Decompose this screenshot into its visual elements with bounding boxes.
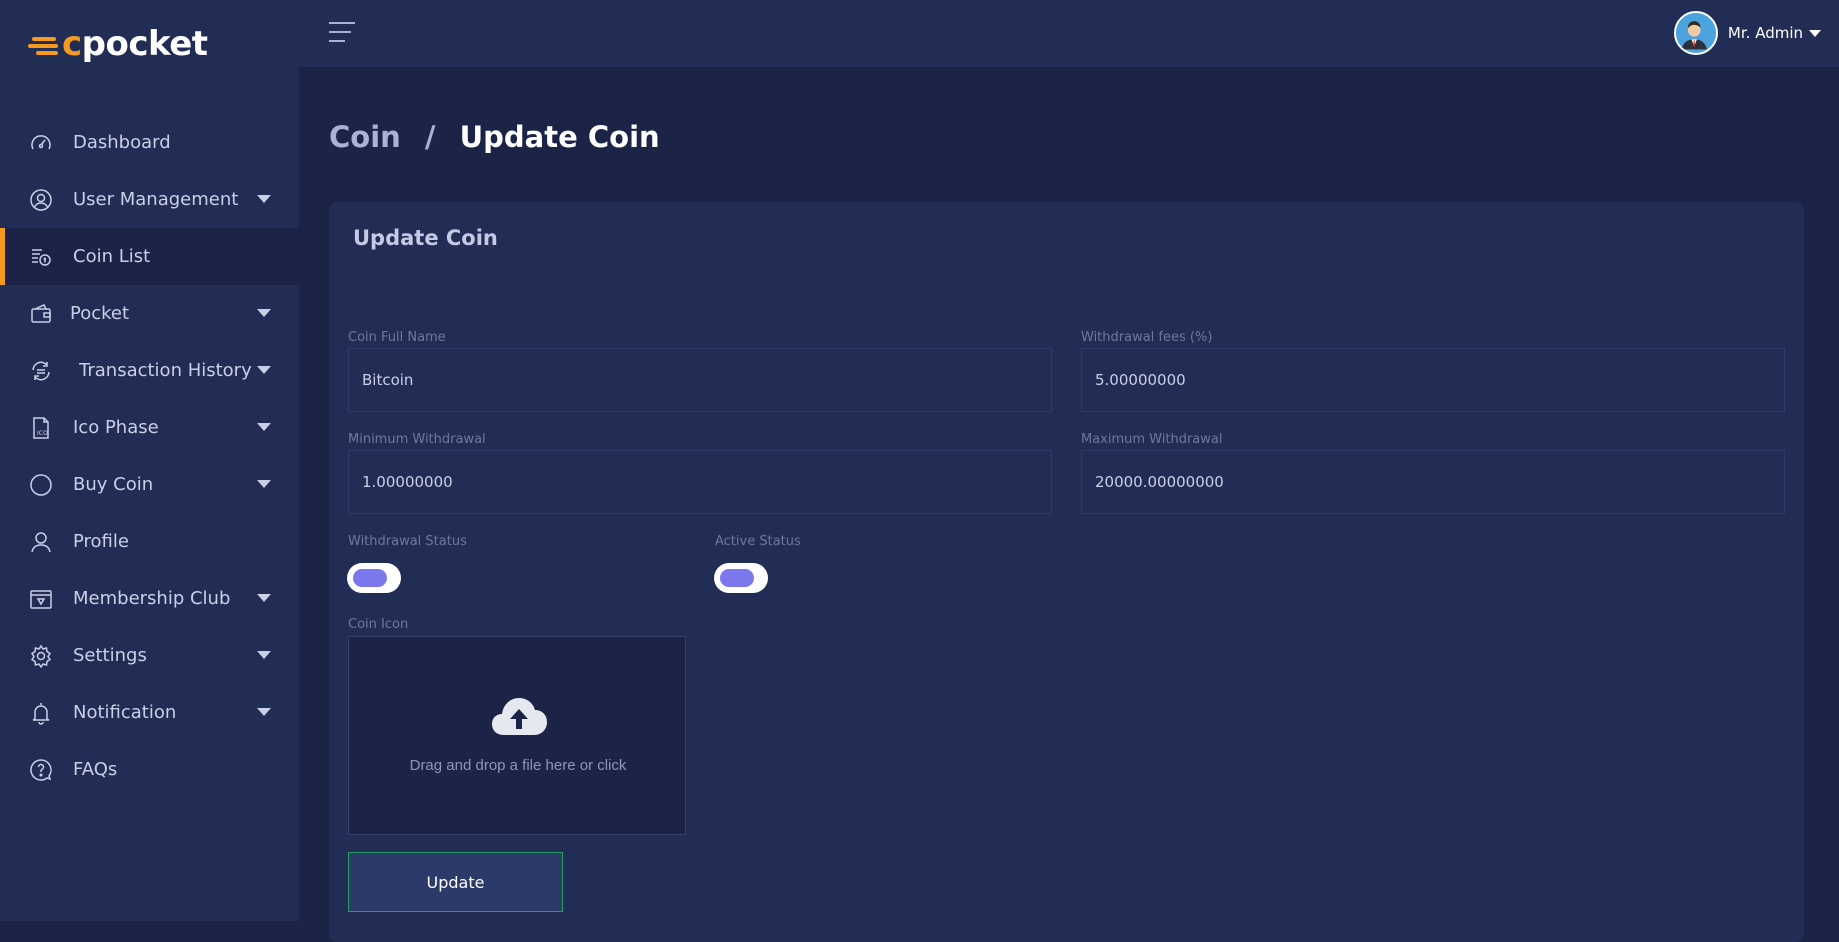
membership-card-icon: [28, 586, 54, 612]
sidebar-item-profile[interactable]: Profile: [0, 513, 299, 570]
sidebar-item-label: Pocket: [70, 303, 130, 324]
caret-down-icon: [257, 594, 271, 602]
active-status-label: Active Status: [715, 534, 801, 549]
sidebar-item-label: Dashboard: [73, 132, 171, 153]
gear-icon: [28, 643, 54, 669]
wallet-icon: [28, 301, 54, 327]
caret-down-icon: [257, 309, 271, 317]
sidebar-item-dashboard[interactable]: Dashboard: [0, 114, 299, 171]
sidebar-item-ico-phase[interactable]: ICO Ico Phase: [0, 399, 299, 456]
caret-down-icon: [257, 366, 271, 374]
exchange-icon: [28, 358, 54, 384]
topbar: Mr. Admin: [299, 0, 1839, 67]
caret-down-icon: [257, 480, 271, 488]
coin-full-name-label: Coin Full Name: [348, 330, 446, 345]
sidebar-item-label: FAQs: [73, 759, 118, 780]
circle-icon: [28, 472, 54, 498]
person-icon: [28, 529, 54, 555]
breadcrumb-parent[interactable]: Coin: [329, 120, 401, 154]
breadcrumb-separator: /: [424, 120, 436, 154]
sidebar-item-label: Membership Club: [73, 588, 231, 609]
hamburger-menu-icon[interactable]: [329, 22, 355, 44]
withdrawal-fees-label: Withdrawal fees (%): [1081, 330, 1213, 345]
sidebar-item-buy-coin[interactable]: Buy Coin: [0, 456, 299, 513]
svg-text:ICO: ICO: [37, 430, 48, 437]
user-circle-icon: [28, 187, 54, 213]
maximum-withdrawal-input[interactable]: 20000.00000000: [1081, 450, 1785, 514]
sidebar-item-label: Transaction History: [79, 360, 252, 381]
sidebar-item-faqs[interactable]: FAQs: [0, 741, 299, 798]
caret-down-icon: [257, 708, 271, 716]
update-button[interactable]: Update: [348, 852, 563, 912]
avatar: [1673, 11, 1718, 55]
withdrawal-status-toggle[interactable]: [347, 563, 401, 593]
caret-down-icon: [257, 423, 271, 431]
bell-icon: [28, 700, 54, 726]
sidebar-item-label: User Management: [73, 189, 239, 210]
logo-speed-lines-icon: [28, 29, 62, 59]
withdrawal-status-label: Withdrawal Status: [348, 534, 467, 549]
breadcrumb-current: Update Coin: [459, 120, 660, 154]
question-bubble-icon: [28, 757, 54, 783]
speedometer-icon: [28, 130, 54, 156]
sidebar-nav: Dashboard User Management Coin List Pock…: [0, 114, 299, 798]
sidebar-item-label: Coin List: [73, 246, 151, 267]
caret-down-icon: [1809, 29, 1821, 37]
logo[interactable]: cpocket: [28, 24, 208, 64]
sidebar-item-transaction-history[interactable]: Transaction History: [0, 342, 299, 399]
coin-icon-dropzone[interactable]: Drag and drop a file here or click: [348, 636, 686, 835]
coin-icon-label: Coin Icon: [348, 617, 409, 632]
dropzone-text: Drag and drop a file here or click: [409, 757, 627, 774]
user-name: Mr. Admin: [1727, 24, 1803, 42]
sidebar-item-notification[interactable]: Notification: [0, 684, 299, 741]
maximum-withdrawal-label: Maximum Withdrawal: [1081, 432, 1223, 447]
update-coin-card: Update Coin Coin Full Name Bitcoin Withd…: [329, 202, 1804, 942]
coin-list-icon: [28, 244, 54, 270]
ico-file-icon: ICO: [28, 415, 54, 441]
card-title: Update Coin: [353, 226, 498, 250]
minimum-withdrawal-input[interactable]: 1.00000000: [348, 450, 1052, 514]
sidebar-item-label: Ico Phase: [73, 417, 159, 438]
sidebar-item-label: Notification: [73, 702, 177, 723]
minimum-withdrawal-label: Minimum Withdrawal: [348, 432, 486, 447]
caret-down-icon: [257, 651, 271, 659]
user-menu[interactable]: Mr. Admin: [1673, 11, 1821, 55]
sidebar-item-settings[interactable]: Settings: [0, 627, 299, 684]
sidebar-item-coin-list[interactable]: Coin List: [0, 228, 299, 285]
coin-full-name-input[interactable]: Bitcoin: [348, 348, 1052, 412]
caret-down-icon: [257, 195, 271, 203]
sidebar-item-pocket[interactable]: Pocket: [0, 285, 299, 342]
withdrawal-fees-input[interactable]: 5.00000000: [1081, 348, 1785, 412]
sidebar-item-label: Profile: [73, 531, 129, 552]
cloud-upload-icon: [492, 698, 547, 735]
logo-text: cpocket: [62, 24, 208, 64]
toggle-knob: [720, 569, 754, 587]
sidebar-item-membership-club[interactable]: Membership Club: [0, 570, 299, 627]
sidebar-item-label: Buy Coin: [73, 474, 154, 495]
active-status-toggle[interactable]: [714, 563, 768, 593]
breadcrumb: Coin / Update Coin: [329, 120, 660, 154]
sidebar-item-label: Settings: [73, 645, 147, 666]
toggle-knob: [353, 569, 387, 587]
sidebar: cpocket Dashboard User Management Coin L…: [0, 0, 299, 921]
sidebar-item-user-management[interactable]: User Management: [0, 171, 299, 228]
